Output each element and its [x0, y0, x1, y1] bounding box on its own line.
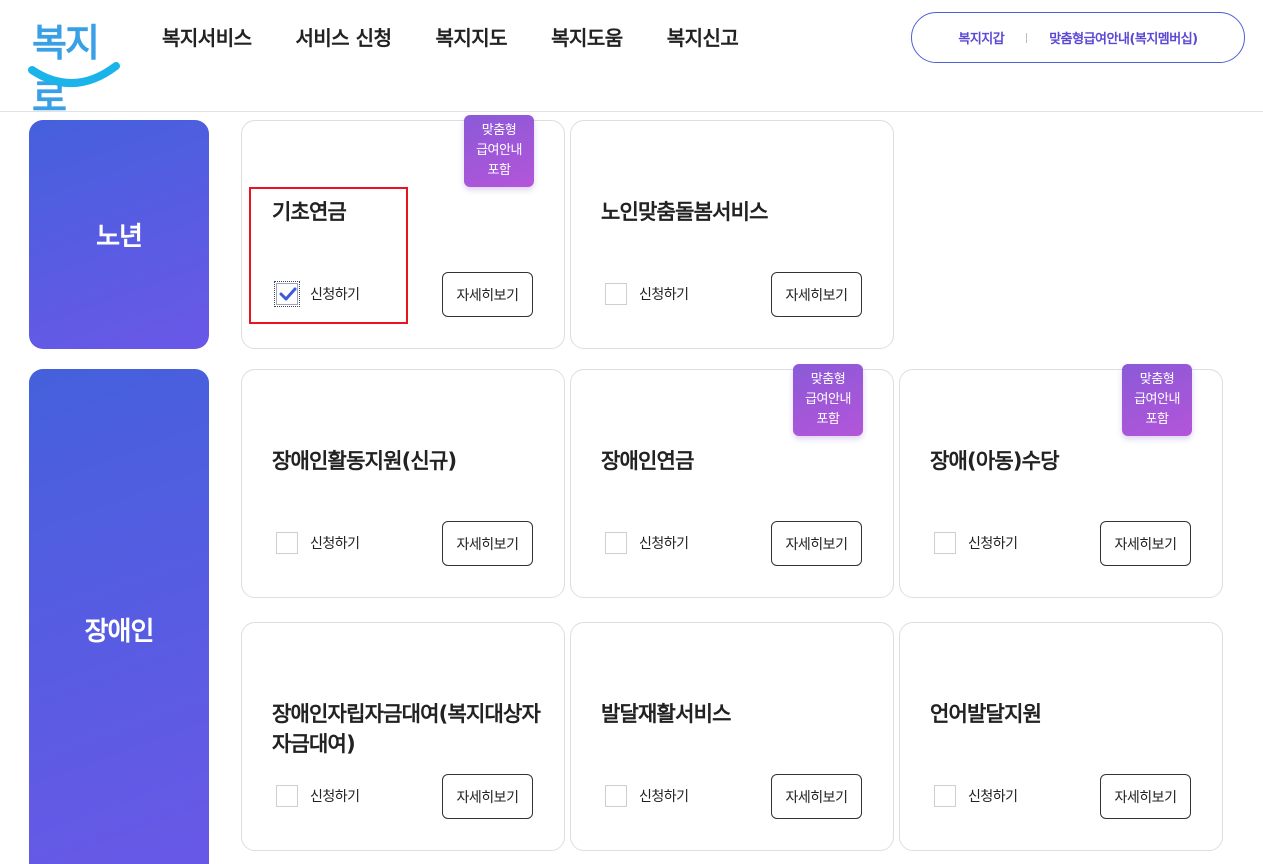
view-details-button[interactable]: 자세히보기	[771, 774, 862, 819]
logo-smile-arc-icon	[28, 62, 120, 87]
service-card-activity-support: 장애인활동지원(신규) 신청하기 자세히보기	[241, 369, 565, 598]
nav-welfare-report[interactable]: 복지신고	[667, 24, 739, 52]
custom-benefit-badge: 맞춤형 급여안내 포함	[793, 364, 863, 436]
site-header: 복지로 복지서비스 서비스 신청 복지지도 복지도움 복지신고 복지지갑 맞춤형…	[0, 0, 1263, 120]
view-details-button[interactable]: 자세히보기	[1100, 521, 1191, 566]
apply-checkbox[interactable]	[605, 532, 627, 554]
apply-checkbox-group[interactable]: 신청하기	[934, 532, 1018, 554]
bokjiro-logo[interactable]: 복지로	[24, 8, 124, 120]
welfare-wallet-link[interactable]: 복지지갑	[958, 28, 1004, 47]
apply-label: 신청하기	[639, 789, 689, 805]
custom-benefit-badge: 맞춤형 급여안내 포함	[1122, 364, 1192, 436]
service-title: 장애인자립자금대여(복지대상자자금대여)	[272, 702, 541, 756]
nav-welfare-map[interactable]: 복지지도	[435, 24, 507, 52]
service-card-disability-pension: 맞춤형 급여안내 포함 장애인연금 신청하기 자세히보기	[570, 364, 894, 598]
apply-checkbox[interactable]	[934, 532, 956, 554]
apply-checkbox[interactable]	[605, 785, 627, 807]
service-card-independence-loan: 장애인자립자금대여(복지대상자자금대여) 신청하기 자세히보기	[241, 622, 565, 851]
nav-welfare-services[interactable]: 복지서비스	[162, 24, 252, 52]
service-title: 언어발달지원	[930, 702, 1042, 726]
category-label: 노년	[96, 222, 143, 252]
service-card-language-development: 언어발달지원 신청하기 자세히보기	[899, 622, 1223, 851]
view-details-button[interactable]: 자세히보기	[442, 774, 533, 819]
apply-checkbox-group[interactable]: 신청하기	[934, 785, 1018, 807]
view-details-button[interactable]: 자세히보기	[442, 521, 533, 566]
view-details-button[interactable]: 자세히보기	[1100, 774, 1191, 819]
main-navigation: 복지서비스 서비스 신청 복지지도 복지도움 복지신고	[162, 24, 782, 52]
category-disabled: 장애인	[29, 369, 209, 864]
apply-label: 신청하기	[639, 536, 689, 552]
view-details-button[interactable]: 자세히보기	[771, 272, 862, 317]
apply-checkbox-group[interactable]: 신청하기	[276, 785, 360, 807]
apply-checkbox[interactable]	[276, 785, 298, 807]
view-details-button[interactable]: 자세히보기	[771, 521, 862, 566]
highlight-box	[249, 187, 408, 324]
service-card-disability-allowance: 맞춤형 급여안내 포함 장애(아동)수당 신청하기 자세히보기	[899, 364, 1223, 598]
apply-label: 신청하기	[310, 789, 360, 805]
service-title: 장애(아동)수당	[930, 449, 1060, 473]
nav-welfare-help[interactable]: 복지도움	[551, 24, 623, 52]
view-details-button[interactable]: 자세히보기	[442, 272, 533, 317]
utility-divider	[1026, 32, 1028, 43]
apply-label: 신청하기	[968, 536, 1018, 552]
apply-checkbox-group[interactable]: 신청하기	[276, 532, 360, 554]
service-title: 노인맞춤돌봄서비스	[601, 200, 768, 224]
category-label: 장애인	[84, 616, 155, 647]
category-senior: 노년	[29, 120, 209, 349]
service-title: 장애인연금	[601, 449, 694, 473]
nav-service-application[interactable]: 서비스 신청	[296, 24, 392, 52]
apply-label: 신청하기	[310, 536, 360, 552]
service-title: 장애인활동지원(신규)	[272, 449, 457, 473]
apply-checkbox-group[interactable]: 신청하기	[605, 532, 689, 554]
apply-label: 신청하기	[968, 789, 1018, 805]
custom-benefit-link[interactable]: 맞춤형급여안내(복지멤버십)	[1049, 28, 1198, 47]
apply-checkbox[interactable]	[276, 532, 298, 554]
apply-label: 신청하기	[639, 287, 689, 303]
service-title: 발달재활서비스	[601, 702, 731, 726]
apply-checkbox[interactable]	[605, 283, 627, 305]
utility-links: 복지지갑 맞춤형급여안내(복지멤버십)	[911, 12, 1245, 63]
service-card-developmental-rehab: 발달재활서비스 신청하기 자세히보기	[570, 622, 894, 851]
service-card-senior-care: 노인맞춤돌봄서비스 신청하기 자세히보기	[570, 120, 894, 349]
apply-checkbox-group[interactable]: 신청하기	[605, 283, 689, 305]
apply-checkbox[interactable]	[934, 785, 956, 807]
apply-checkbox-group[interactable]: 신청하기	[605, 785, 689, 807]
custom-benefit-badge: 맞춤형 급여안내 포함	[464, 115, 534, 187]
